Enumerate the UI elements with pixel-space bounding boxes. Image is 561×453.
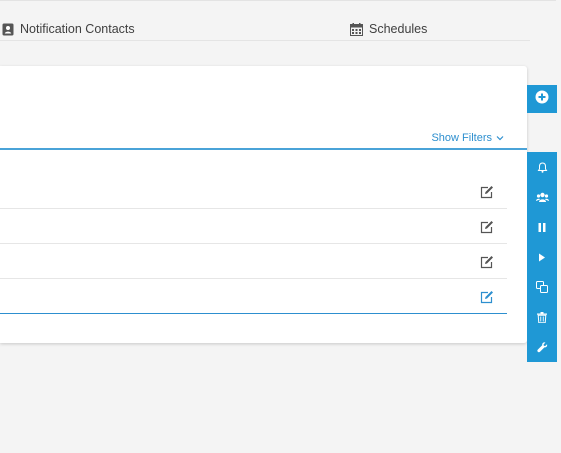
panel-divider xyxy=(0,148,527,150)
delete-button[interactable] xyxy=(527,302,557,332)
list-item xyxy=(0,209,507,244)
play-button[interactable] xyxy=(527,242,557,272)
show-filters-label: Show Filters xyxy=(431,132,492,144)
contacts-list xyxy=(0,174,507,314)
tabs-bar: Notification Contacts Schedules xyxy=(0,18,530,42)
tab-notification-contacts[interactable]: Notification Contacts xyxy=(2,18,135,40)
copy-icon xyxy=(536,281,548,293)
settings-button[interactable] xyxy=(527,332,557,362)
edit-icon[interactable] xyxy=(480,220,494,234)
pause-icon xyxy=(538,222,546,232)
bell-icon xyxy=(537,161,548,173)
trash-icon xyxy=(537,311,547,323)
copy-button[interactable] xyxy=(527,272,557,302)
tab-schedules[interactable]: Schedules xyxy=(350,18,427,40)
add-button[interactable] xyxy=(527,85,557,113)
list-item xyxy=(0,174,507,209)
play-icon xyxy=(538,253,546,262)
tab-label: Schedules xyxy=(369,22,428,36)
groups-button[interactable] xyxy=(527,182,557,212)
list-item xyxy=(0,279,507,314)
users-icon xyxy=(535,192,549,203)
side-toolbar xyxy=(527,152,557,362)
list-item xyxy=(0,244,507,279)
tabs-divider xyxy=(0,40,530,41)
chevron-down-icon xyxy=(496,132,504,144)
plus-circle-icon xyxy=(535,90,549,109)
wrench-icon xyxy=(536,341,548,353)
edit-icon[interactable] xyxy=(480,185,494,199)
main-panel: Show Filters xyxy=(0,66,527,343)
contact-book-icon xyxy=(2,23,14,36)
notifications-button[interactable] xyxy=(527,152,557,182)
pause-button[interactable] xyxy=(527,212,557,242)
tab-label: Notification Contacts xyxy=(20,22,135,36)
calendar-icon xyxy=(350,22,363,36)
top-border xyxy=(0,0,556,1)
edit-icon[interactable] xyxy=(480,255,494,269)
show-filters-link[interactable]: Show Filters xyxy=(431,132,504,144)
edit-icon-active[interactable] xyxy=(480,290,494,304)
